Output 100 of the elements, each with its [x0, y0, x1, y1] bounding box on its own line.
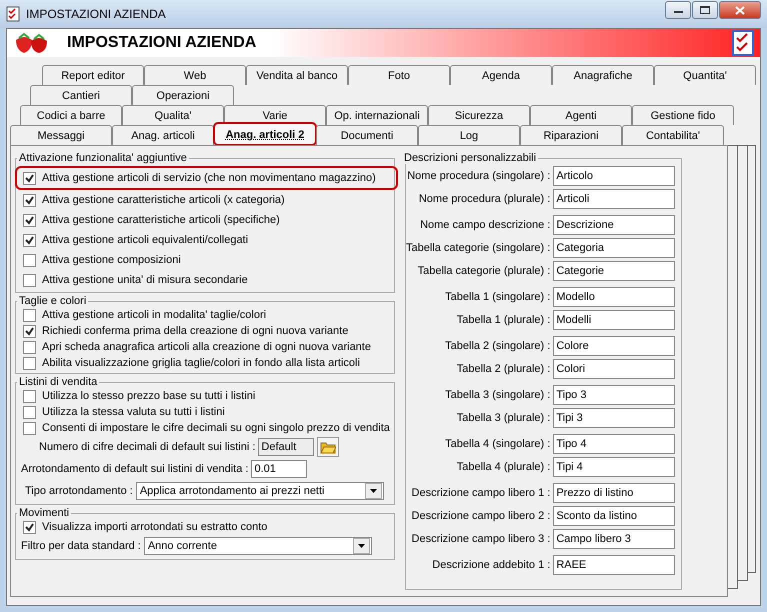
- input-field[interactable]: Tipo 3: [553, 385, 676, 405]
- tab[interactable]: Agenda: [450, 65, 552, 85]
- tab[interactable]: Riparazioni: [520, 125, 622, 145]
- input-field[interactable]: Tipi 3: [553, 408, 676, 428]
- close-icon: [735, 6, 745, 14]
- checkbox-option[interactable]: Attiva gestione caratteristiche articoli (x categoria): [21, 190, 390, 210]
- field-label: Tabella 3 (singolare) :: [445, 389, 550, 401]
- header-title: IMPOSTAZIONI AZIENDA: [67, 34, 256, 52]
- maximize-icon: [700, 6, 710, 14]
- tab[interactable]: Report editor: [42, 65, 144, 85]
- tab[interactable]: Qualita': [122, 105, 224, 125]
- tab[interactable]: Cantieri: [30, 85, 132, 105]
- input-field[interactable]: Categoria: [553, 238, 676, 258]
- tab[interactable]: Vendita al banco: [246, 65, 348, 85]
- checklist-icon: [6, 6, 20, 22]
- input-field[interactable]: Campo libero 3: [553, 529, 676, 549]
- input-field[interactable]: Modello: [553, 287, 676, 307]
- field-label: Tabella 3 (plurale) :: [456, 412, 550, 424]
- tab[interactable]: Sicurezza: [428, 105, 530, 125]
- input-field[interactable]: Articolo: [553, 166, 676, 186]
- tab[interactable]: Quantita': [654, 65, 756, 85]
- close-button[interactable]: [719, 1, 761, 19]
- check-icon: [25, 236, 34, 244]
- tab[interactable]: Log: [418, 125, 520, 145]
- check-icon: [25, 196, 34, 204]
- input-field[interactable]: Colore: [553, 336, 676, 356]
- folder-icon: [320, 440, 336, 454]
- input-field[interactable]: Default: [258, 438, 314, 456]
- input-field[interactable]: Tipo 4: [553, 434, 676, 454]
- field-label: Arrotondamento di default sui listini di vendita :: [21, 463, 248, 475]
- checkbox-option[interactable]: Utilizza la stessa valuta su tutti i listini: [21, 404, 390, 420]
- tab[interactable]: Agenti: [530, 105, 632, 125]
- tab[interactable]: Foto: [348, 65, 450, 85]
- field-label: Numero di cifre decimali di default sui listini :: [39, 441, 256, 453]
- field-label: Tabella 2 (singolare) :: [445, 340, 550, 352]
- tab[interactable]: Gestione fido: [632, 105, 734, 125]
- dropdown[interactable]: Applica arrotondamento ai prezzi netti: [136, 482, 384, 500]
- field-label: Nome procedura (plurale) :: [418, 193, 550, 205]
- tab[interactable]: Messaggi: [10, 125, 112, 145]
- checklist-icon: [732, 30, 754, 56]
- checkbox-option[interactable]: Attiva gestione caratteristiche articoli (specifiche): [21, 210, 390, 230]
- field-label: Descrizione campo libero 3 :: [412, 533, 550, 545]
- dropdown[interactable]: Anno corrente: [144, 537, 372, 555]
- check-icon: [25, 216, 34, 224]
- input-field[interactable]: RAEE: [553, 555, 676, 575]
- maximize-button[interactable]: [692, 1, 718, 19]
- checkbox-option[interactable]: Attiva gestione unita' di misura secondarie: [21, 270, 390, 290]
- tab[interactable]: Contabilita': [622, 125, 724, 145]
- checkbox-option[interactable]: Attiva gestione composizioni: [21, 250, 390, 270]
- field-label: Tabella 1 (singolare) :: [445, 291, 550, 303]
- checkbox-option[interactable]: Attiva gestione articoli in modalita' taglie/colori: [21, 307, 390, 323]
- checkbox-option[interactable]: Richiedi conferma prima della creazione di ogni nuova variante: [21, 323, 390, 339]
- dropdown-arrow-icon: [370, 489, 377, 493]
- input-field[interactable]: Prezzo di listino: [553, 483, 676, 503]
- input-field[interactable]: Modelli: [553, 310, 676, 330]
- tab[interactable]: Anagrafiche: [552, 65, 654, 85]
- field-label: Tabella 4 (plurale) :: [456, 461, 550, 473]
- check-icon: [25, 522, 34, 532]
- checkbox-option[interactable]: Attiva gestione articoli equivalenti/collegati: [21, 230, 390, 250]
- group-title: Attivazione funzionalita' aggiuntive: [18, 152, 188, 164]
- folder-button[interactable]: [317, 437, 340, 457]
- checkbox-option[interactable]: Consenti di impostare le cifre decimali su ogni singolo prezzo di vendita: [21, 420, 390, 436]
- group-title: Descrizioni personalizzabili: [403, 152, 538, 164]
- input-field[interactable]: Descrizione: [553, 215, 676, 235]
- check-icon: [25, 174, 34, 182]
- input-field[interactable]: Articoli: [553, 189, 676, 209]
- group-title: Movimenti: [18, 507, 70, 519]
- group-title: Listini di vendita: [18, 376, 98, 388]
- tab[interactable]: Codici a barre: [20, 105, 122, 125]
- window-title: IMPOSTAZIONI AZIENDA: [26, 7, 166, 21]
- checkbox-option[interactable]: Utilizza lo stesso prezzo base su tutti i listini: [21, 388, 390, 404]
- input-field[interactable]: Sconto da listino: [553, 506, 676, 526]
- tab[interactable]: Op. internazionali: [326, 105, 428, 125]
- group-title: Taglie e colori: [18, 295, 88, 307]
- field-label: Descrizione campo libero 1 :: [412, 487, 550, 499]
- input-field[interactable]: Colori: [553, 359, 676, 379]
- input-field[interactable]: Categorie: [553, 261, 676, 281]
- field-label: Nome procedura (singolare) :: [407, 170, 550, 182]
- field-label: Descrizione addebito 1 :: [432, 559, 550, 571]
- minimize-button[interactable]: [665, 1, 691, 19]
- checkbox-option[interactable]: Visualizza importi arrotondati su estratto conto: [21, 519, 390, 535]
- input-field[interactable]: 0.01: [251, 460, 308, 478]
- dropdown-arrow-icon: [358, 544, 365, 548]
- checkbox-option[interactable]: Abilita visualizzazione griglia taglie/colori in fondo alla lista articoli: [21, 355, 390, 371]
- field-label: Nome campo descrizione :: [420, 219, 550, 231]
- tab[interactable]: Operazioni: [132, 85, 234, 105]
- field-label: Tabella categorie (plurale) :: [418, 265, 550, 277]
- tab[interactable]: Anag. articoli 2: [214, 123, 316, 145]
- checkbox-option[interactable]: Attiva gestione articoli di servizio (che non movimentano magazzino): [17, 168, 396, 188]
- checkbox-option[interactable]: Apri scheda anagrafica articoli alla creazione di ogni nuova variante: [21, 339, 390, 355]
- field-label: Descrizione campo libero 2 :: [412, 510, 550, 522]
- tab[interactable]: Documenti: [316, 125, 418, 145]
- tab[interactable]: Web: [144, 65, 246, 85]
- field-label: Tabella categorie (singolare) :: [406, 242, 550, 254]
- field-label: Tabella 4 (singolare) :: [445, 438, 550, 450]
- input-field[interactable]: Tipi 4: [553, 457, 676, 477]
- check-icon: [25, 326, 34, 336]
- tab[interactable]: Anag. articoli: [112, 125, 214, 145]
- field-label: Filtro per data standard :: [21, 540, 141, 552]
- field-label: Tabella 1 (plurale) :: [456, 314, 550, 326]
